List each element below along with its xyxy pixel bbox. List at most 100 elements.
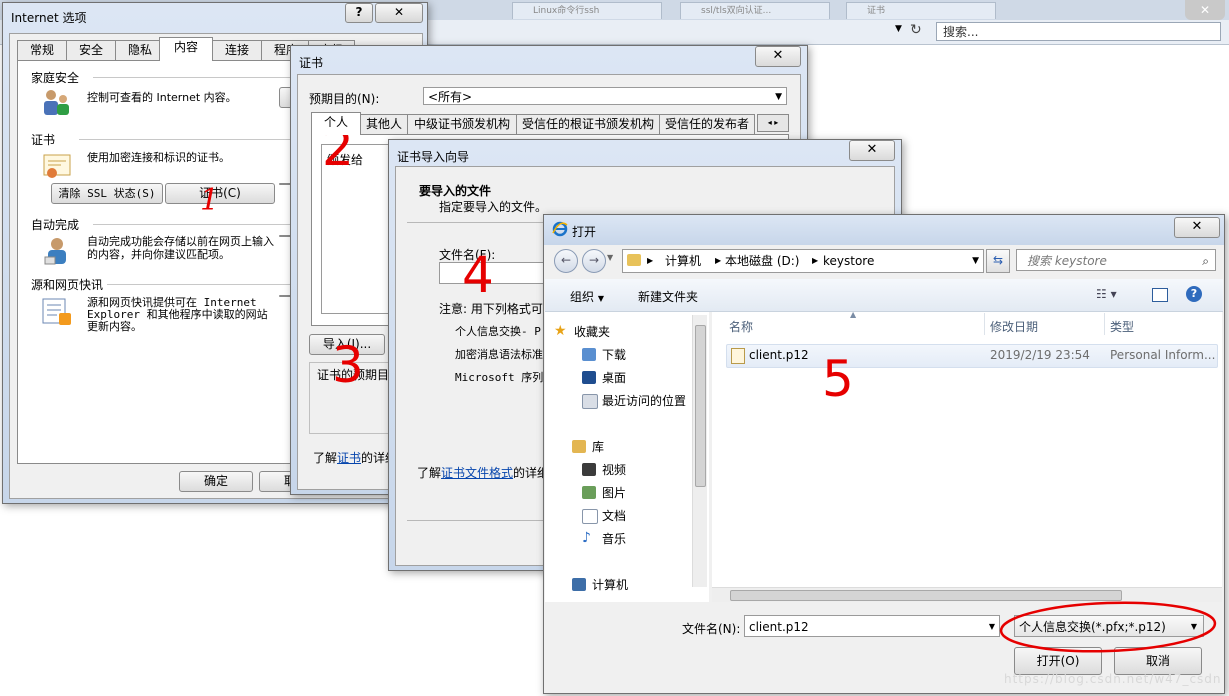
certmgr-learn-more: 了解证书的详细: [313, 451, 398, 465]
back-button[interactable]: ←: [554, 249, 578, 273]
tab-connections[interactable]: 连接: [212, 40, 262, 61]
browser-tab[interactable]: 证书: [846, 2, 996, 19]
browser-close-icon[interactable]: ✕: [1185, 0, 1225, 20]
nav-music[interactable]: ♪ 音乐: [582, 529, 626, 549]
browser-tab[interactable]: ssl/tls双向认证...: [680, 2, 830, 19]
computer-icon: [572, 578, 586, 591]
recent-places-icon: [582, 394, 598, 409]
inet-title: Internet 选项: [11, 11, 87, 25]
download-folder-icon: [582, 348, 596, 361]
file-modified: 2019/2/19 23:54: [990, 348, 1090, 362]
wizard-close-button[interactable]: ✕: [849, 140, 895, 161]
breadcrumb-keystore[interactable]: keystore: [823, 250, 874, 272]
wizard-learn-more: 了解证书文件格式的详细: [417, 466, 550, 480]
open-button[interactable]: 打开(O): [1014, 647, 1102, 675]
import-button[interactable]: 导入(I)...: [309, 334, 385, 355]
tab-privacy[interactable]: 隐私: [115, 40, 165, 61]
certificates-link[interactable]: 证书: [337, 451, 361, 465]
view-menu-icon[interactable]: ☷ ▾: [1096, 287, 1117, 301]
col-modified[interactable]: 修改日期: [990, 318, 1038, 335]
feeds-heading: 源和网页快讯: [31, 278, 104, 292]
wizard-filename-input[interactable]: [439, 262, 551, 284]
tab-trusted-publishers[interactable]: 受信任的发布者: [659, 114, 755, 135]
pictures-icon: [582, 486, 596, 499]
col-name[interactable]: 名称: [729, 318, 753, 335]
tab-general[interactable]: 常规: [17, 40, 67, 61]
search-input[interactable]: 搜索 keystore ⌕: [1016, 249, 1216, 271]
certificates-button[interactable]: 证书(C): [165, 183, 275, 204]
refresh-button[interactable]: ⇆: [986, 249, 1010, 273]
certs-text: 使用加密连接和标识的证书。: [87, 151, 230, 164]
chevron-down-icon: ▼: [597, 294, 604, 303]
wizard-format: 个人信息交换- P: [455, 325, 541, 338]
nav-documents[interactable]: 文档: [582, 506, 626, 526]
nav-favorites[interactable]: ★ 收藏夹: [554, 322, 610, 342]
certmgr-close-button[interactable]: ✕: [755, 46, 801, 67]
breadcrumb[interactable]: ▶ 计算机 ▶ 本地磁盘 (D:) ▶ keystore ▼: [622, 249, 984, 273]
clear-ssl-button[interactable]: 清除 SSL 状态(S): [51, 183, 163, 204]
ok-button[interactable]: 确定: [179, 471, 253, 492]
chevron-down-icon[interactable]: ▼: [989, 616, 995, 638]
music-icon: ♪: [582, 530, 591, 546]
nav-pictures[interactable]: 图片: [582, 483, 626, 503]
tab-other-people[interactable]: 其他人: [360, 114, 408, 135]
chevron-down-icon[interactable]: ▼: [972, 250, 979, 272]
help-button[interactable]: ?: [345, 3, 373, 23]
browser-search-input[interactable]: 搜索...: [936, 22, 1221, 41]
forward-button[interactable]: →: [582, 249, 606, 273]
breadcrumb-separator: ▶: [647, 256, 654, 265]
feeds-text: 源和网页快讯提供可在 Internet Explorer 和其他程序中读取的网站…: [87, 296, 268, 333]
address-dropdown-icon[interactable]: ▼: [895, 24, 902, 34]
filename-input[interactable]: client.p12 ▼: [744, 615, 1000, 637]
wizard-format: 加密消息语法标准: [455, 348, 543, 361]
open-title: 打开: [572, 225, 597, 239]
new-folder-button[interactable]: 新建文件夹: [638, 288, 698, 305]
dropdown-arrow-icon: ▼: [775, 92, 782, 102]
certificate-icon: [43, 153, 73, 181]
folder-icon: [627, 254, 641, 266]
open-close-button[interactable]: ✕: [1174, 217, 1220, 238]
wizard-title: 证书导入向导: [397, 150, 470, 164]
help-icon[interactable]: ?: [1186, 286, 1202, 302]
tab-security[interactable]: 安全: [66, 40, 116, 61]
breadcrumb-computer[interactable]: 计算机: [665, 250, 701, 272]
file-type-filter[interactable]: 个人信息交换(*.pfx;*.p12) ▼: [1014, 615, 1204, 637]
open-cancel-button[interactable]: 取消: [1114, 647, 1202, 675]
nav-libraries[interactable]: 库: [572, 437, 604, 457]
purpose-select[interactable]: <所有> ▼: [423, 87, 787, 105]
certmgr-title: 证书: [299, 56, 324, 70]
autocomplete-heading: 自动完成: [31, 218, 80, 232]
preview-pane-icon[interactable]: [1152, 288, 1168, 302]
nav-pane: [545, 312, 709, 602]
tab-trusted-root-ca[interactable]: 受信任的根证书颁发机构: [516, 114, 660, 135]
inet-close-button[interactable]: ✕: [375, 3, 423, 23]
browser-tab[interactable]: Linux命令行ssh: [512, 2, 662, 19]
horizontal-scrollbar[interactable]: [712, 587, 1222, 602]
family-safety-icon: [41, 87, 71, 117]
open-dialog-window: 打开 ✕ ← → ▼ ▶ 计算机 ▶ 本地磁盘 (D:) ▶ keystore …: [543, 214, 1225, 694]
nav-desktop[interactable]: 桌面: [582, 368, 626, 388]
filename-label: 文件名(N):: [682, 622, 741, 636]
nav-downloads[interactable]: 下载: [582, 345, 626, 365]
refresh-icon[interactable]: ↻: [910, 22, 922, 38]
nav-computer[interactable]: 计算机: [572, 575, 628, 595]
nav-recent[interactable]: 最近访问的位置: [582, 391, 686, 411]
nav-scrollbar[interactable]: [692, 315, 707, 587]
wizard-subheading: 指定要导入的文件。: [439, 200, 548, 214]
tab-personal[interactable]: 个人: [311, 112, 361, 135]
recent-locations-icon[interactable]: ▼: [607, 253, 613, 262]
library-icon: [572, 440, 586, 453]
file-row[interactable]: client.p12 2019/2/19 23:54 Personal Info…: [726, 344, 1218, 368]
wizard-note: 注意: 用下列格式可: [439, 302, 543, 316]
organize-menu[interactable]: 组织 ▼: [570, 288, 604, 305]
wizard-heading: 要导入的文件: [419, 184, 492, 198]
col-issued-to[interactable]: 颁发给: [327, 151, 363, 168]
tab-intermediate-ca[interactable]: 中级证书颁发机构: [407, 114, 517, 135]
cert-file-formats-link[interactable]: 证书文件格式: [441, 466, 513, 480]
watermark: https://blog.csdn.net/w47_csdn: [1004, 672, 1222, 686]
tab-scroll-arrows[interactable]: ◂ ▸: [757, 114, 789, 132]
nav-videos[interactable]: 视频: [582, 460, 626, 480]
tab-content[interactable]: 内容: [159, 37, 213, 61]
breadcrumb-drive[interactable]: 本地磁盘 (D:): [725, 250, 799, 272]
col-type[interactable]: 类型: [1110, 318, 1134, 335]
